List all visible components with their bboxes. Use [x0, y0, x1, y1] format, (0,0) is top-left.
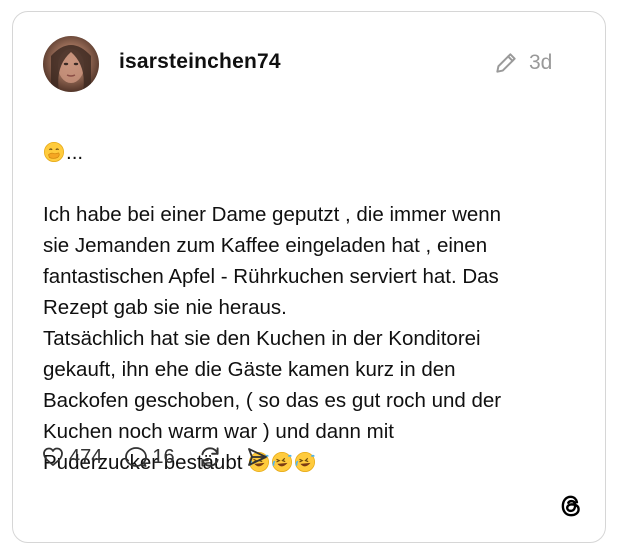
post-text: Ich habe bei einer Dame geputzt , die im… [43, 203, 502, 474]
pencil-icon[interactable] [493, 50, 519, 76]
reply-button[interactable]: 16 [124, 445, 175, 469]
share-button[interactable] [245, 445, 269, 469]
repost-button[interactable] [197, 444, 223, 470]
reply-count: 16 [152, 445, 175, 468]
post-timestamp: 3d [529, 51, 553, 74]
username[interactable]: isarsteinchen74 [119, 50, 281, 74]
like-button[interactable]: 474 [41, 445, 102, 469]
send-icon [247, 448, 267, 466]
avatar[interactable] [43, 36, 99, 92]
hand-over-mouth-emoji-icon [44, 142, 64, 162]
post-body: ... Ich habe bei einer Dame geputzt , di… [43, 106, 573, 478]
threads-logo-icon[interactable] [558, 493, 584, 519]
speech-bubble-icon [125, 447, 148, 467]
post-lead-line: ... [43, 137, 573, 168]
like-count: 474 [69, 445, 103, 468]
post-card: isarsteinchen74 3d ... Ich habe bei eine… [12, 11, 606, 543]
action-bar: 474 16 [41, 442, 291, 472]
lead-text: ... [66, 141, 84, 164]
repost-icon [201, 447, 219, 467]
heart-icon [43, 447, 63, 466]
